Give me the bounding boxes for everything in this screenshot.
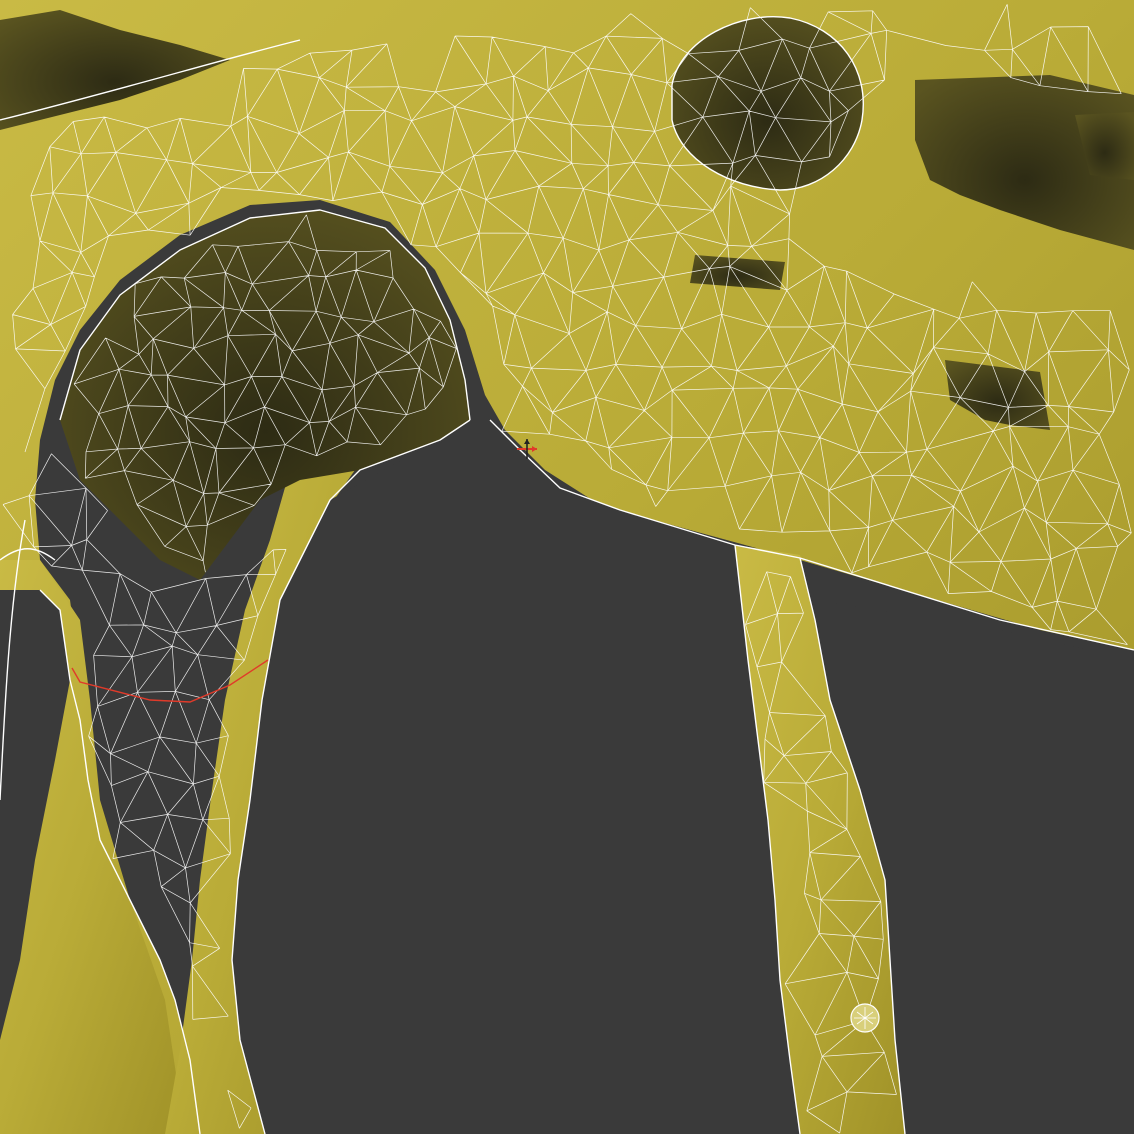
- mesh-scene[interactable]: [0, 0, 1134, 1134]
- mesh-decal: [850, 1003, 880, 1033]
- viewport-3d[interactable]: [0, 0, 1134, 1134]
